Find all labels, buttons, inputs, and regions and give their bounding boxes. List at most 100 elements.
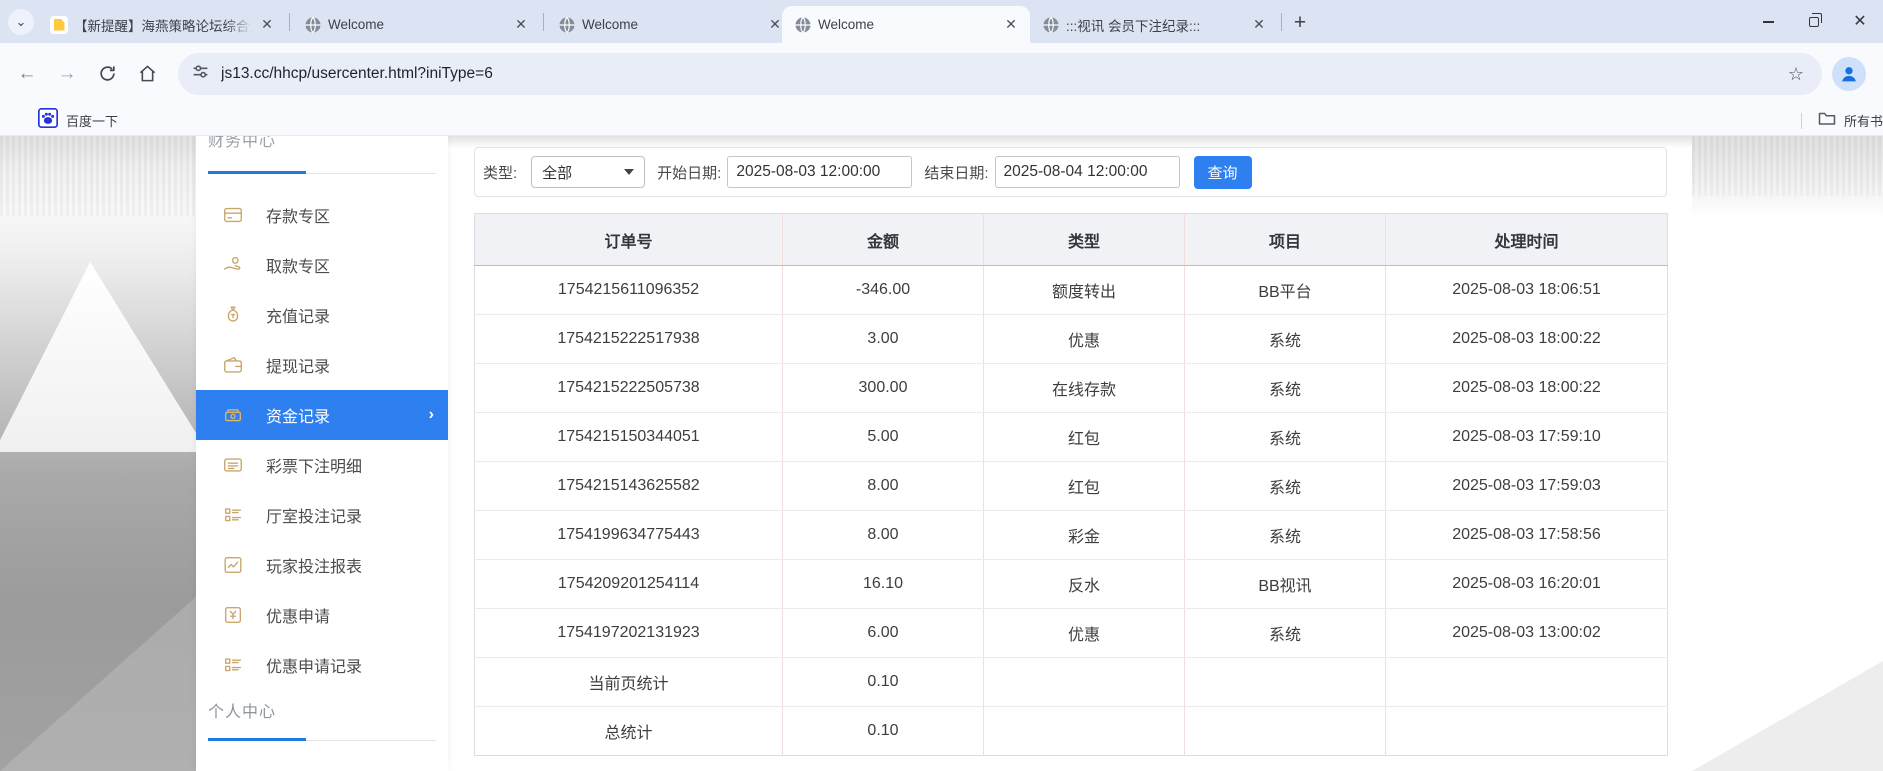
- sidebar-item-withdraw-zone[interactable]: 取款专区: [196, 240, 448, 290]
- all-bookmarks-label: 所有书: [1844, 111, 1883, 130]
- tab-separator: [543, 13, 544, 31]
- chart-icon: [222, 554, 244, 576]
- table-row: 17542151436255828.00红包系统2025-08-03 17:59…: [475, 462, 1668, 511]
- table-row-total-summary: 总统计0.10: [475, 707, 1668, 756]
- list-icon: [222, 654, 244, 676]
- decor-triangle: [0, 566, 196, 771]
- wallet-icon: [222, 354, 244, 376]
- table-row: 17541972021319236.00优惠系统2025-08-03 13:00…: [475, 609, 1668, 658]
- type-select[interactable]: 全部: [531, 156, 645, 188]
- page-content: 财务中心 存款专区 取款专区 充值记录 提现记录 资金记录: [0, 136, 1883, 771]
- bookmarks-divider: [1801, 113, 1802, 129]
- table-row: 1754215611096352-346.00额度转出BB平台2025-08-0…: [475, 266, 1668, 315]
- bookmarks-bar: 百度一下 所有书: [0, 105, 1883, 136]
- type-label: 类型:: [483, 162, 517, 183]
- close-window-button[interactable]: ✕: [1837, 0, 1883, 43]
- sidebar-item-deposit-zone[interactable]: 存款专区: [196, 190, 448, 240]
- sidebar-item-promo-apply[interactable]: 优惠申请: [196, 590, 448, 640]
- tab-strip: ⌄ 【新提醒】海燕策略论坛综合交 ✕ Welcome ✕ Welcome ✕ W…: [0, 0, 1883, 43]
- cash-stack-icon: [222, 404, 244, 426]
- table-row: 1754215222505738300.00在线存款系统2025-08-03 1…: [475, 364, 1668, 413]
- list-icon: [222, 504, 244, 526]
- tab-title: Welcome: [818, 17, 996, 32]
- chevron-right-icon: ›: [429, 406, 434, 424]
- bookmark-label: 百度一下: [66, 111, 118, 130]
- globe-favicon-icon: [794, 16, 812, 34]
- bookmark-star-icon[interactable]: ☆: [1788, 64, 1804, 85]
- page-background-right: [1692, 136, 1883, 771]
- baidu-paw-icon: [38, 108, 58, 133]
- main-content: 类型: 全部 开始日期: 结束日期: 查询 订单号 金额 类型 项目 处理时间: [474, 136, 1667, 771]
- tab-title: Welcome: [328, 17, 506, 32]
- start-date-input[interactable]: [727, 156, 912, 188]
- col-process-time: 处理时间: [1386, 214, 1668, 266]
- close-icon[interactable]: ✕: [258, 16, 276, 34]
- globe-favicon-icon: [304, 16, 322, 34]
- profile-avatar[interactable]: [1832, 57, 1866, 91]
- bank-card-icon: [222, 204, 244, 226]
- start-date-label: 开始日期:: [657, 162, 721, 183]
- end-date-input[interactable]: [995, 156, 1180, 188]
- sidebar-item-lottery-bet-details[interactable]: 彩票下注明细: [196, 440, 448, 490]
- tab-separator: [289, 13, 290, 31]
- section-accent-bar: [208, 171, 306, 174]
- back-button[interactable]: ←: [10, 57, 44, 91]
- sidebar-section-personal: 个人中心: [208, 698, 276, 722]
- folder-icon: [1818, 110, 1836, 131]
- sidebar-item-withdraw-records[interactable]: 提现记录: [196, 340, 448, 390]
- table-row: 175420920125411416.10反水BB视讯2025-08-03 16…: [475, 560, 1668, 609]
- tab-separator: [1281, 13, 1282, 31]
- all-bookmarks[interactable]: 所有书: [1801, 105, 1883, 136]
- sidebar: 财务中心 存款专区 取款专区 充值记录 提现记录 资金记录: [196, 136, 448, 771]
- records-table: 订单号 金额 类型 项目 处理时间 1754215611096352-346.0…: [474, 213, 1668, 756]
- window-controls: ✕: [1745, 0, 1883, 43]
- sidebar-section-finance: 财务中心: [208, 136, 276, 151]
- chevron-down-icon: [624, 169, 634, 175]
- col-amount: 金额: [783, 214, 984, 266]
- table-row: 17542151503440515.00红包系统2025-08-03 17:59…: [475, 413, 1668, 462]
- reload-button[interactable]: [90, 57, 124, 91]
- hand-coin-icon: [222, 254, 244, 276]
- tab-welcome-active[interactable]: Welcome ✕: [782, 6, 1030, 43]
- table-row-page-summary: 当前页统计0.10: [475, 658, 1668, 707]
- col-project: 项目: [1185, 214, 1386, 266]
- close-icon[interactable]: ✕: [1002, 16, 1020, 34]
- restore-button[interactable]: [1791, 0, 1837, 43]
- close-icon[interactable]: ✕: [512, 16, 530, 34]
- col-order-id: 订单号: [475, 214, 783, 266]
- close-icon[interactable]: ✕: [1250, 16, 1268, 34]
- page-background-left: [0, 136, 196, 771]
- url-text[interactable]: js13.cc/hhcp/usercenter.html?iniType=6: [221, 65, 1788, 83]
- filter-bar: 类型: 全部 开始日期: 结束日期: 查询: [474, 147, 1667, 197]
- sidebar-item-promo-apply-records[interactable]: 优惠申请记录: [196, 640, 448, 690]
- note-favicon-icon: [50, 16, 68, 34]
- search-button[interactable]: 查询: [1194, 156, 1252, 189]
- tab-welcome-1[interactable]: Welcome ✕: [292, 6, 540, 43]
- coupon-icon: [222, 604, 244, 626]
- tab-title: :::视讯 会员下注纪录:::: [1066, 15, 1244, 35]
- tab-title: Welcome: [582, 17, 760, 32]
- tab-video-records[interactable]: :::视讯 会员下注纪录::: ✕: [1030, 6, 1278, 43]
- new-tab-button[interactable]: +: [1286, 10, 1314, 38]
- address-bar[interactable]: js13.cc/hhcp/usercenter.html?iniType=6 ☆: [178, 53, 1822, 95]
- sidebar-item-fund-records[interactable]: 资金记录 ›: [196, 390, 448, 440]
- tab-search-button[interactable]: ⌄: [8, 9, 34, 35]
- site-settings-icon[interactable]: [192, 63, 209, 85]
- col-type: 类型: [984, 214, 1185, 266]
- sidebar-item-player-bet-report[interactable]: 玩家投注报表: [196, 540, 448, 590]
- globe-favicon-icon: [1042, 16, 1060, 34]
- home-button[interactable]: [130, 57, 164, 91]
- table-row: 17541996347754438.00彩金系统2025-08-03 17:58…: [475, 511, 1668, 560]
- bookmark-baidu[interactable]: 百度一下: [38, 108, 118, 133]
- decor-triangle: [0, 262, 196, 452]
- sidebar-menu: 存款专区 取款专区 充值记录 提现记录 资金记录 › 彩票下注明细: [196, 190, 448, 690]
- tab-welcome-2[interactable]: Welcome ✕: [546, 6, 794, 43]
- end-date-label: 结束日期:: [924, 162, 988, 183]
- globe-favicon-icon: [558, 16, 576, 34]
- tab-forum[interactable]: 【新提醒】海燕策略论坛综合交 ✕: [38, 6, 286, 43]
- minimize-button[interactable]: [1745, 0, 1791, 43]
- sidebar-item-recharge-records[interactable]: 充值记录: [196, 290, 448, 340]
- forward-button[interactable]: →: [50, 57, 84, 91]
- sidebar-item-hall-bet-records[interactable]: 厅室投注记录: [196, 490, 448, 540]
- decor-triangle: [1692, 661, 1883, 771]
